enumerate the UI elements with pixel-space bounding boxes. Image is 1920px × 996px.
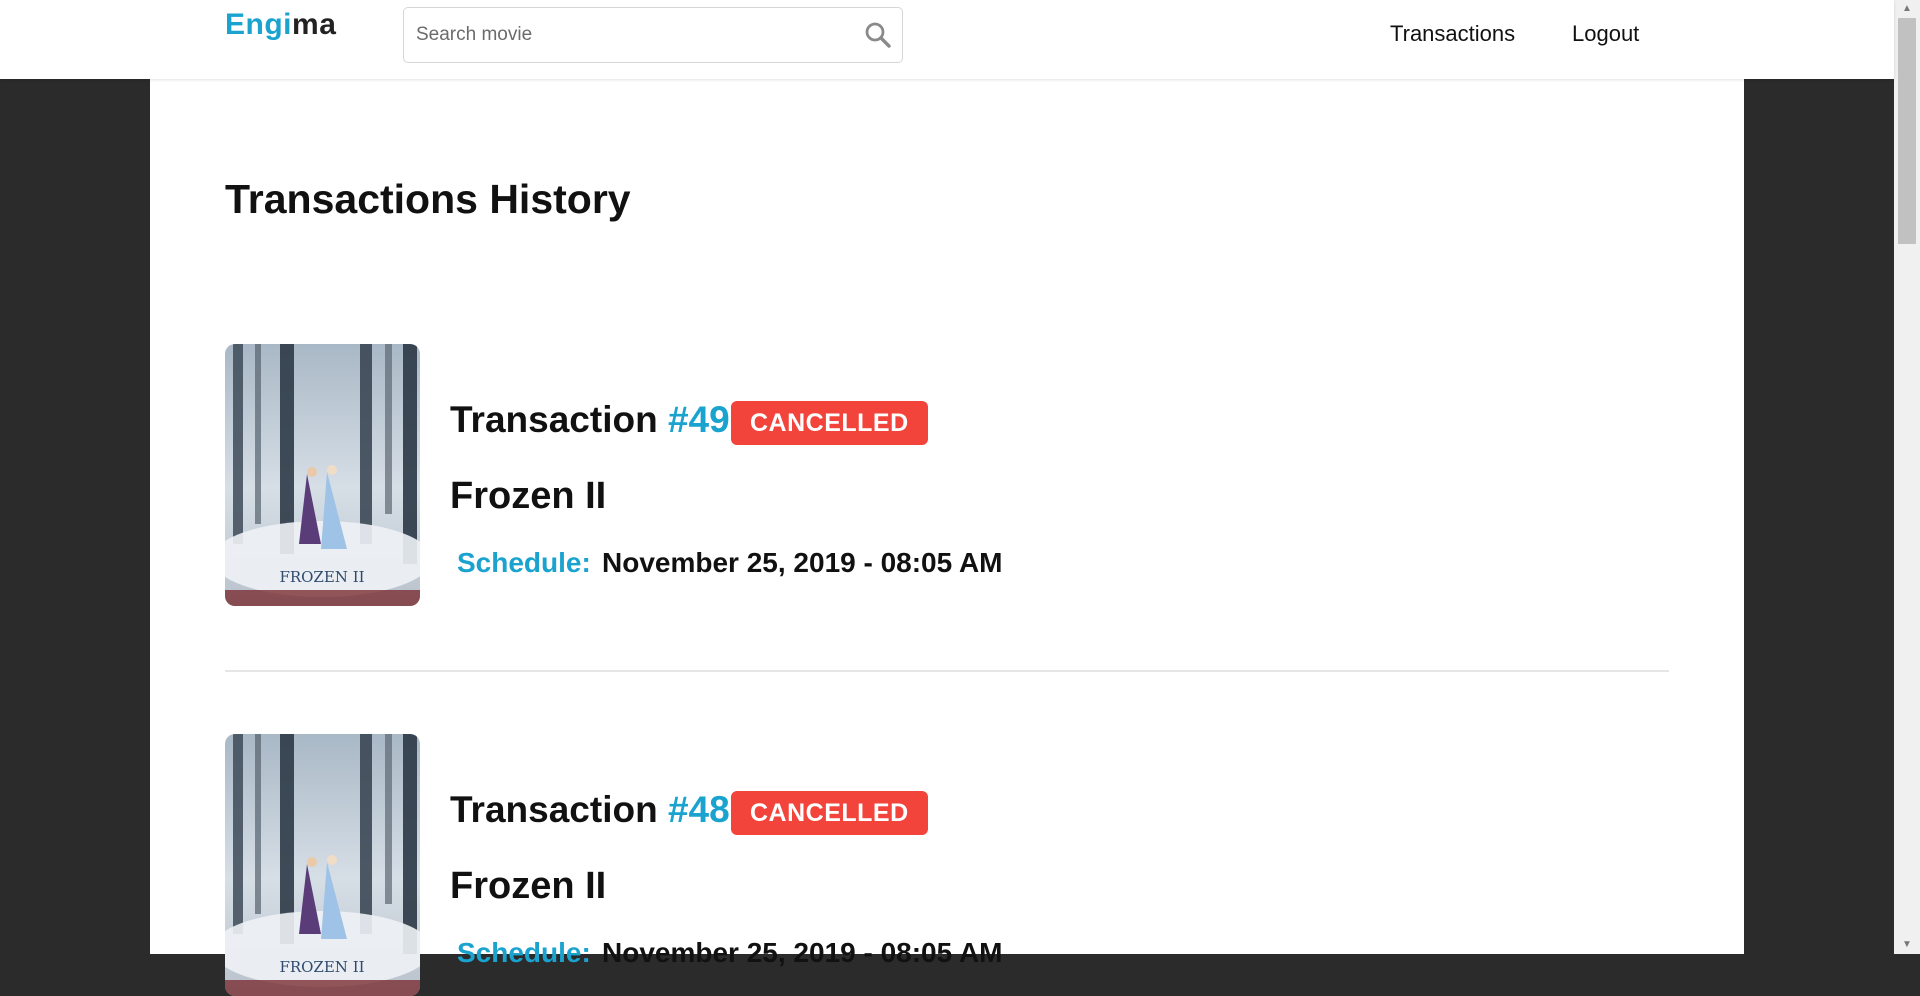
schedule-value: November 25, 2019 - 08:05 AM	[602, 937, 1003, 968]
poster-title-text: FROZEN II	[279, 958, 364, 976]
schedule-label: Schedule:	[457, 547, 591, 578]
transaction-title: Transaction #49	[450, 399, 730, 441]
schedule-value: November 25, 2019 - 08:05 AM	[602, 547, 1003, 578]
poster-title-text: FROZEN II	[279, 568, 364, 586]
schedule-label: Schedule:	[457, 937, 591, 968]
transaction-item: FROZEN II Transaction #48 CANCELLED Froz…	[225, 734, 1669, 996]
search-box	[403, 7, 903, 63]
transaction-title: Transaction #48	[450, 789, 730, 831]
logo-part-2: i	[283, 8, 293, 41]
nav-transactions-link[interactable]: Transactions	[1390, 21, 1515, 47]
page-scrollbar[interactable]: ▲ ▼	[1894, 0, 1920, 954]
transaction-label: Transaction	[450, 789, 658, 830]
search-icon[interactable]	[864, 21, 892, 49]
movie-title[interactable]: Frozen II	[450, 475, 606, 518]
transaction-item: FROZEN II Transaction #49 CANCELLED Froz…	[225, 344, 1669, 606]
movie-poster[interactable]: FROZEN II	[225, 734, 420, 996]
transaction-label: Transaction	[450, 399, 658, 440]
main-content: Transactions History FROZEN II Transacti…	[150, 79, 1744, 996]
movie-poster[interactable]: FROZEN II	[225, 344, 420, 606]
transaction-divider	[225, 670, 1669, 672]
logo-part-1: Eng	[225, 8, 284, 41]
app-logo[interactable]: Engima	[225, 8, 336, 42]
search-input[interactable]	[416, 8, 836, 62]
scrollbar-thumb[interactable]	[1898, 18, 1916, 244]
movie-title[interactable]: Frozen II	[450, 865, 606, 908]
scroll-up-arrow-icon[interactable]: ▲	[1894, 0, 1920, 18]
transaction-number: #48	[667, 789, 730, 830]
page-title: Transactions History	[225, 176, 631, 222]
nav-logout-link[interactable]: Logout	[1572, 21, 1639, 47]
top-navbar: Engima Transactions Logout	[0, 0, 1894, 79]
status-badge: CANCELLED	[731, 791, 928, 835]
scroll-down-arrow-icon[interactable]: ▼	[1894, 936, 1920, 954]
status-badge: CANCELLED	[731, 401, 928, 445]
logo-part-3: ma	[292, 8, 337, 41]
transaction-number: #49	[667, 399, 730, 440]
